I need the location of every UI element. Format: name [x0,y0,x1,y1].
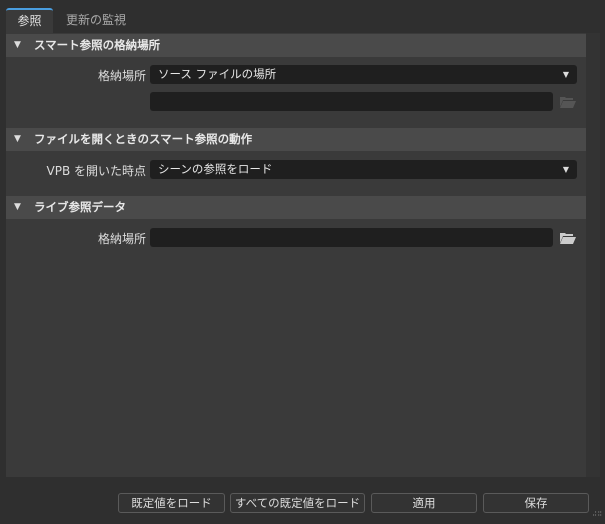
settings-panel: ▼ スマート参照の格納場所 格納場所 ソース ファイルの場所 ▼ ▼ ファイルを… [6,33,586,477]
section-header-live-ref-data[interactable]: ▼ ライブ参照データ [6,196,586,219]
section-header-smart-ref-location[interactable]: ▼ スマート参照の格納場所 [6,34,586,57]
scrollbar[interactable] [586,33,600,477]
load-all-defaults-button[interactable]: すべての既定値をロード [230,493,365,513]
section-title: スマート参照の格納場所 [34,38,161,52]
dropdown-value: シーンの参照をロード [158,162,273,176]
storage-path-input[interactable] [150,92,553,111]
chevron-down-icon: ▼ [562,70,569,79]
section-title: ライブ参照データ [34,200,126,214]
tab-reference[interactable]: 参照 [6,8,53,33]
apply-button[interactable]: 適用 [371,493,477,513]
resize-grip-icon[interactable]: ⠠⠤ ⠤⠤ [592,508,602,520]
storage-location-dropdown[interactable]: ソース ファイルの場所 ▼ [150,65,577,84]
collapse-triangle-icon: ▼ [14,40,21,50]
collapse-triangle-icon: ▼ [14,134,21,144]
section-title: ファイルを開くときのスマート参照の動作 [34,132,253,146]
vpb-open-label: VPB を開いた時点 [46,164,147,178]
save-button[interactable]: 保存 [483,493,589,513]
live-storage-location-label: 格納場所 [97,232,146,246]
folder-open-icon[interactable] [560,96,576,108]
dropdown-value: ソース ファイルの場所 [158,67,277,81]
vpb-open-dropdown[interactable]: シーンの参照をロード ▼ [150,160,577,179]
folder-open-icon[interactable] [560,232,576,244]
section-header-open-behavior[interactable]: ▼ ファイルを開くときのスマート参照の動作 [6,128,586,151]
collapse-triangle-icon: ▼ [14,202,21,212]
tab-update-monitoring[interactable]: 更新の監視 [58,8,134,33]
chevron-down-icon: ▼ [562,165,569,174]
live-storage-path-input[interactable] [150,228,553,247]
load-default-button[interactable]: 既定値をロード [118,493,225,513]
storage-location-label: 格納場所 [97,69,146,83]
